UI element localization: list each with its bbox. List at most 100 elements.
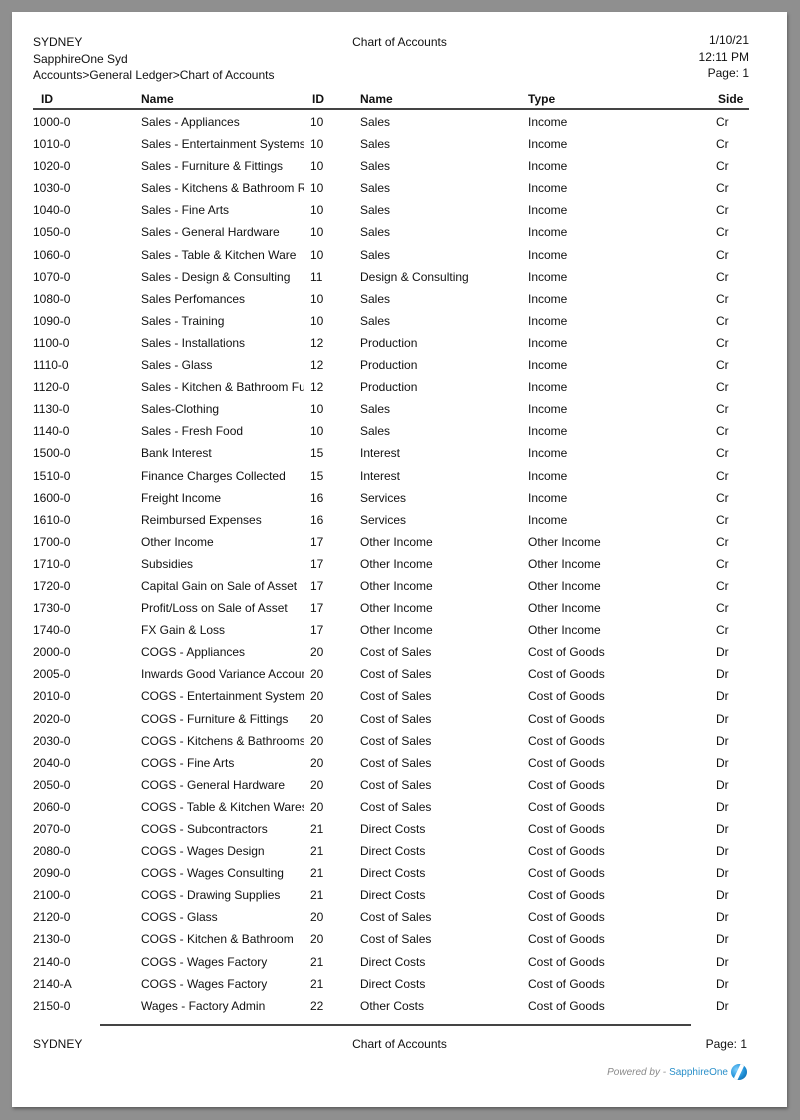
account-name: Other Income (141, 534, 214, 549)
account-side: Dr (716, 866, 729, 881)
column-header-group-id: ID (312, 92, 324, 106)
group-id: 20 (310, 667, 324, 682)
account-side: Cr (716, 556, 729, 571)
group-id: 10 (310, 291, 324, 306)
table-row: 2010-0 COGS - Entertainment Systems 20 Cost… (33, 687, 749, 709)
footer-divider (100, 1024, 691, 1026)
account-type: Other Income (528, 578, 601, 593)
account-name: COGS - Wages Factory (141, 954, 268, 969)
group-id: 22 (310, 998, 324, 1013)
account-side: Dr (716, 689, 729, 704)
account-id: 2020-0 (33, 711, 71, 726)
group-id: 16 (310, 490, 324, 505)
group-id: 10 (310, 225, 324, 240)
group-id: 17 (310, 601, 324, 616)
account-side: Cr (716, 181, 729, 196)
table-row: 1070-0 Sales - Design & Consulting 11 Desig… (33, 268, 749, 290)
account-side: Cr (716, 512, 729, 527)
footer-title: Chart of Accounts (352, 1037, 447, 1051)
table-row: 1130-0 Sales-Clothing 10 Sales Income Cr (33, 400, 749, 422)
account-type: Cost of Goods (528, 844, 605, 859)
account-id: 1710-0 (33, 556, 71, 571)
account-id: 1090-0 (33, 313, 71, 328)
account-type: Income (528, 380, 568, 395)
account-id: 2070-0 (33, 822, 71, 836)
table-row: 1040-0 Sales - Fine Arts 10 Sales Income Cr (33, 201, 749, 223)
group-name: Sales (360, 225, 391, 240)
branch-name: SapphireOne Syd (33, 51, 128, 66)
account-type: Income (528, 335, 568, 350)
accounts-table: 1000-0 Sales - Appliances 10 Sales Income Cr 1… (33, 113, 749, 1019)
group-name: Direct Costs (360, 888, 426, 903)
table-row: 1080-0 Sales Perfomances 10 Sales Income Cr (33, 290, 749, 312)
account-side: Cr (716, 380, 729, 395)
account-side: Dr (716, 910, 729, 925)
account-side: Dr (716, 777, 729, 792)
account-name: Sales - Fresh Food (141, 424, 244, 439)
account-id: 1100-0 (33, 335, 70, 350)
account-id: 2040-0 (33, 755, 71, 770)
account-side: Dr (716, 888, 729, 903)
account-id: 1000-0 (33, 115, 71, 129)
account-id: 1700-0 (33, 534, 71, 549)
group-id: 20 (310, 711, 324, 726)
account-id: 1120-0 (33, 380, 70, 395)
report-title: Chart of Accounts (352, 35, 447, 49)
account-name: Sales - Kitchens & Bathroom R (141, 181, 304, 196)
report-header-right: 1/10/21 12:11 PM Page: 1 (699, 32, 749, 82)
group-name: Services (360, 490, 407, 505)
table-row: 1140-0 Sales - Fresh Food 10 Sales Income Cr (33, 422, 749, 444)
group-name: Sales (360, 203, 391, 218)
account-type: Income (528, 181, 568, 196)
account-name: Wages - Factory Admin (141, 998, 266, 1013)
account-name: COGS - Table & Kitchen Wares (141, 799, 304, 814)
table-row: 1020-0 Sales - Furniture & Fittings 10 Sale… (33, 157, 749, 179)
account-id: 1130-0 (33, 402, 70, 417)
group-name: Production (360, 358, 418, 373)
account-name: Finance Charges Collected (141, 468, 286, 483)
powered-by-label: Powered by - (607, 1066, 667, 1078)
account-name: Sales - Table & Kitchen Ware (141, 247, 297, 262)
account-name: Bank Interest (141, 446, 212, 461)
account-type: Other Income (528, 601, 601, 616)
account-name: Capital Gain on Sale of Asset (141, 578, 298, 593)
account-name: Sales - Appliances (141, 115, 240, 129)
account-type: Income (528, 269, 568, 284)
column-header-group-name: Name (360, 92, 393, 106)
account-name: Reimbursed Expenses (141, 512, 262, 527)
table-row: 1740-0 FX Gain & Loss 17 Other Income Other … (33, 621, 749, 643)
group-name: Production (360, 380, 418, 395)
account-name: COGS - Drawing Supplies (141, 888, 281, 903)
account-name: Sales - General Hardware (141, 225, 280, 240)
group-name: Sales (360, 159, 391, 174)
account-id: 2100-0 (33, 888, 71, 903)
account-type: Income (528, 424, 568, 439)
table-row: 1120-0 Sales - Kitchen & Bathroom Fu 12 Pro… (33, 378, 749, 400)
account-name: COGS - Subcontractors (141, 822, 268, 836)
account-side: Dr (716, 932, 729, 947)
account-type: Other Income (528, 534, 601, 549)
report-page: SYDNEY SapphireOne Syd Accounts>General … (12, 12, 787, 1107)
account-side: Dr (716, 711, 729, 726)
account-id: 1500-0 (33, 446, 71, 461)
account-id: 1080-0 (33, 291, 71, 306)
account-type: Other Income (528, 556, 601, 571)
group-name: Sales (360, 181, 391, 196)
account-id: 1110-0 (33, 358, 69, 373)
account-name: Profit/Loss on Sale of Asset (141, 601, 288, 616)
table-row: 1090-0 Sales - Training 10 Sales Income Cr (33, 312, 749, 334)
group-id: 12 (310, 358, 324, 373)
table-row: 2140-A COGS - Wages Factory 21 Direct Costs… (33, 975, 749, 997)
group-name: Direct Costs (360, 954, 426, 969)
table-row: 2060-0 COGS - Table & Kitchen Wares 20 Cost… (33, 798, 749, 820)
group-id: 20 (310, 799, 324, 814)
group-name: Sales (360, 424, 391, 439)
account-id: 1030-0 (33, 181, 71, 196)
group-id: 10 (310, 137, 324, 152)
group-name: Cost of Sales (360, 645, 432, 660)
group-name: Cost of Sales (360, 667, 432, 682)
account-id: 1060-0 (33, 247, 71, 262)
page-number: Page: 1 (707, 66, 749, 80)
account-side: Dr (716, 954, 729, 969)
table-row: 2090-0 COGS - Wages Consulting 21 Direct Co… (33, 864, 749, 886)
